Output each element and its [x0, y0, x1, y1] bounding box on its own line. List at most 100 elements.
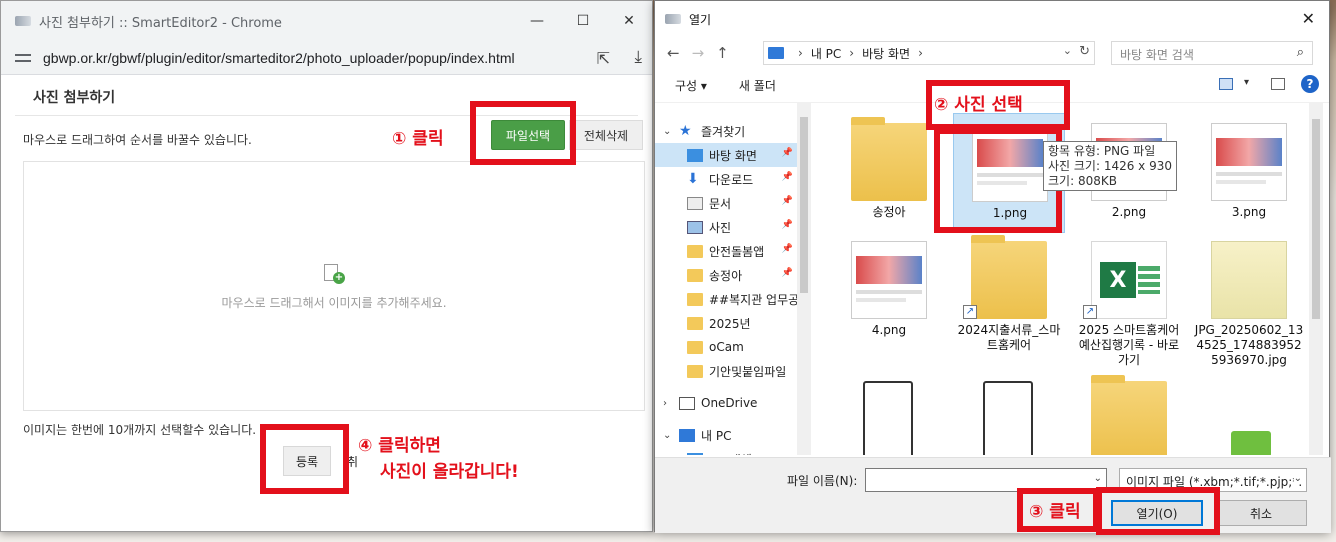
- breadcrumb-item[interactable]: 내 PC: [811, 45, 841, 62]
- dialog-footer: 파일 이름(N): ⌄ 이미지 파일 (*.xbm;*.tif;*.pjp;*.…: [655, 457, 1331, 533]
- pin-icon: 📌: [781, 268, 793, 278]
- file-name: 4.png: [871, 323, 907, 337]
- tree-item-label: oCam: [709, 340, 744, 354]
- navigation-pane: ⌄ ★ 즐겨찾기 바탕 화면 📌 ⬇ 다운로드 📌 문서 📌 사진 📌 안전돌봄앱 📌 송정아 📌 ##복지관 …: [655, 103, 811, 455]
- annotation-step1: ① 클릭: [392, 129, 444, 149]
- view-dropdown-icon[interactable]: ▾: [1244, 77, 1249, 88]
- image-drop-zone[interactable]: + 마우스로 드래그해서 이미지를 추가해주세요.: [23, 161, 645, 411]
- tree-item[interactable]: ⌄ ★ 즐겨찾기: [655, 119, 797, 143]
- tree-item-label: 내 PC: [701, 428, 732, 443]
- search-input[interactable]: 바탕 화면 검색 ⌕: [1111, 41, 1313, 65]
- delete-all-button[interactable]: 전체삭제: [569, 120, 643, 150]
- plus-icon: +: [333, 272, 345, 284]
- file-name: JPG_20250602_134525_1748839525936970.jpg: [1194, 323, 1304, 367]
- filename-label: 파일 이름(N):: [787, 474, 858, 488]
- annotation-step2: ② 사진 선택: [934, 95, 1023, 115]
- download-icon: ⬇: [687, 170, 699, 187]
- file-item[interactable]: [833, 371, 945, 455]
- file-item[interactable]: 4.png: [833, 231, 945, 351]
- file-thumbnail: [863, 381, 913, 455]
- preview-pane-icon[interactable]: [1271, 78, 1285, 90]
- tree-item[interactable]: 바탕 화면 📌: [655, 143, 797, 167]
- file-info-tooltip: 항목 유형: PNG 파일 사진 크기: 1426 x 930 크기: 808K…: [1043, 141, 1177, 191]
- nav-pane-scrollbar[interactable]: [797, 103, 811, 455]
- tree-chevron-icon[interactable]: ⌄: [663, 430, 673, 441]
- tree-item-label: 기안및붙임파일: [709, 364, 787, 379]
- file-name: 2024지출서류_스마트홈케어: [957, 323, 1061, 352]
- highlight-register-button: [260, 424, 349, 494]
- file-name: 3.png: [1231, 205, 1267, 219]
- open-in-browser-icon[interactable]: ⇱: [597, 49, 610, 68]
- dialog-close-icon[interactable]: ✕: [1302, 9, 1315, 28]
- file-name: 2025 스마트홈케어 예산집행기록 - 바로 가기: [1078, 323, 1180, 367]
- tree-item[interactable]: 기안및붙임파일: [655, 359, 797, 383]
- annotation-step4-line1: ④ 클릭하면: [358, 436, 441, 456]
- new-folder-button[interactable]: 새 폴더: [739, 77, 776, 94]
- cancel-button[interactable]: 취소: [1215, 500, 1307, 526]
- file-item[interactable]: [953, 371, 1065, 455]
- file-item[interactable]: 송정아: [833, 113, 945, 233]
- file-item[interactable]: [1193, 371, 1305, 455]
- shortcut-arrow-icon: ↗: [963, 305, 977, 319]
- folder-icon: [851, 117, 927, 201]
- annotation-step3: ③ 클릭: [1029, 502, 1081, 522]
- desktop-icon: [687, 148, 703, 162]
- drag-help-text: 마우스로 드래그하여 순서를 바꿀수 있습니다.: [23, 133, 252, 147]
- minimize-button[interactable]: —: [514, 1, 560, 41]
- download-icon[interactable]: ⤓: [634, 47, 642, 67]
- organize-menu[interactable]: 구성 ▾: [675, 77, 707, 94]
- tree-item[interactable]: 사진 📌: [655, 215, 797, 239]
- help-icon[interactable]: ?: [1301, 75, 1319, 93]
- tree-item-label: 문서: [709, 196, 732, 211]
- up-arrow-icon[interactable]: ↑: [716, 44, 729, 62]
- tree-item[interactable]: 문서 📌: [655, 191, 797, 215]
- tree-item-label: 안전돌봄앱: [709, 244, 765, 259]
- browser-titlebar: 사진 첨부하기 :: SmartEditor2 - Chrome — ☐ ✕: [1, 1, 652, 41]
- limit-text: 이미지는 한번에 10개까지 선택할수 있습니다.: [23, 423, 257, 437]
- tune-icon[interactable]: [15, 51, 31, 65]
- tree-item[interactable]: oCam: [655, 335, 797, 359]
- tree-item[interactable]: 송정아 📌: [655, 263, 797, 287]
- window-title: 사진 첨부하기 :: SmartEditor2 - Chrome: [39, 15, 282, 31]
- file-item[interactable]: JPG_20250602_134525_1748839525936970.jpg: [1193, 231, 1305, 367]
- breadcrumb[interactable]: › 내 PC › 바탕 화면 › ⌄ ↻: [763, 41, 1095, 65]
- forward-arrow-icon[interactable]: →: [692, 44, 705, 62]
- folder-icon: [687, 316, 703, 330]
- pin-icon: 📌: [781, 220, 793, 230]
- tree-item[interactable]: › OneDrive: [655, 391, 797, 415]
- file-list-scrollbar[interactable]: [1309, 103, 1323, 455]
- folder-icon: [687, 340, 703, 354]
- refresh-icon[interactable]: ↻: [1079, 44, 1090, 59]
- url-text[interactable]: gbwp.or.kr/gbwf/plugin/editor/smartedito…: [43, 50, 515, 66]
- file-name: 송정아: [872, 205, 906, 219]
- tree-chevron-icon[interactable]: ⌄: [663, 126, 673, 137]
- close-button[interactable]: ✕: [606, 1, 652, 41]
- file-item[interactable]: X ↗ 2025 스마트홈케어 예산집행기록 - 바로 가기: [1073, 231, 1185, 367]
- dialog-titlebar: 열기 ✕: [655, 1, 1329, 37]
- tree-item[interactable]: ##복지관 업무공: [655, 287, 799, 311]
- view-icon[interactable]: [1219, 78, 1233, 90]
- back-arrow-icon[interactable]: ←: [667, 44, 680, 62]
- file-item[interactable]: 3.png: [1193, 113, 1305, 233]
- file-thumbnail: [1211, 241, 1287, 319]
- highlight-open-button: [1096, 487, 1220, 535]
- breadcrumb-item[interactable]: 바탕 화면: [862, 45, 910, 62]
- pin-icon: 📌: [781, 148, 793, 158]
- chevron-down-icon[interactable]: ⌄: [1293, 473, 1302, 484]
- folder-icon: [687, 268, 703, 282]
- star-icon: ★: [679, 122, 692, 139]
- tree-item[interactable]: 3D 개체: [655, 447, 797, 455]
- tree-item[interactable]: ⬇ 다운로드 📌: [655, 167, 797, 191]
- tree-item-label: 2025년: [709, 316, 751, 331]
- file-item[interactable]: ↗ 2024지출서류_스마트홈케어: [953, 231, 1065, 352]
- page-title: 사진 첨부하기: [33, 90, 116, 106]
- chevron-down-icon[interactable]: ⌄: [1094, 473, 1102, 484]
- tree-item[interactable]: 2025년: [655, 311, 797, 335]
- file-item[interactable]: [1073, 371, 1185, 455]
- maximize-button[interactable]: ☐: [560, 1, 606, 41]
- pictures-icon: [687, 220, 703, 234]
- tree-item[interactable]: 안전돌봄앱 📌: [655, 239, 797, 263]
- tree-chevron-icon[interactable]: ›: [663, 398, 673, 409]
- chevron-down-icon[interactable]: ⌄: [1063, 44, 1072, 57]
- tree-item[interactable]: ⌄ 내 PC: [655, 423, 797, 447]
